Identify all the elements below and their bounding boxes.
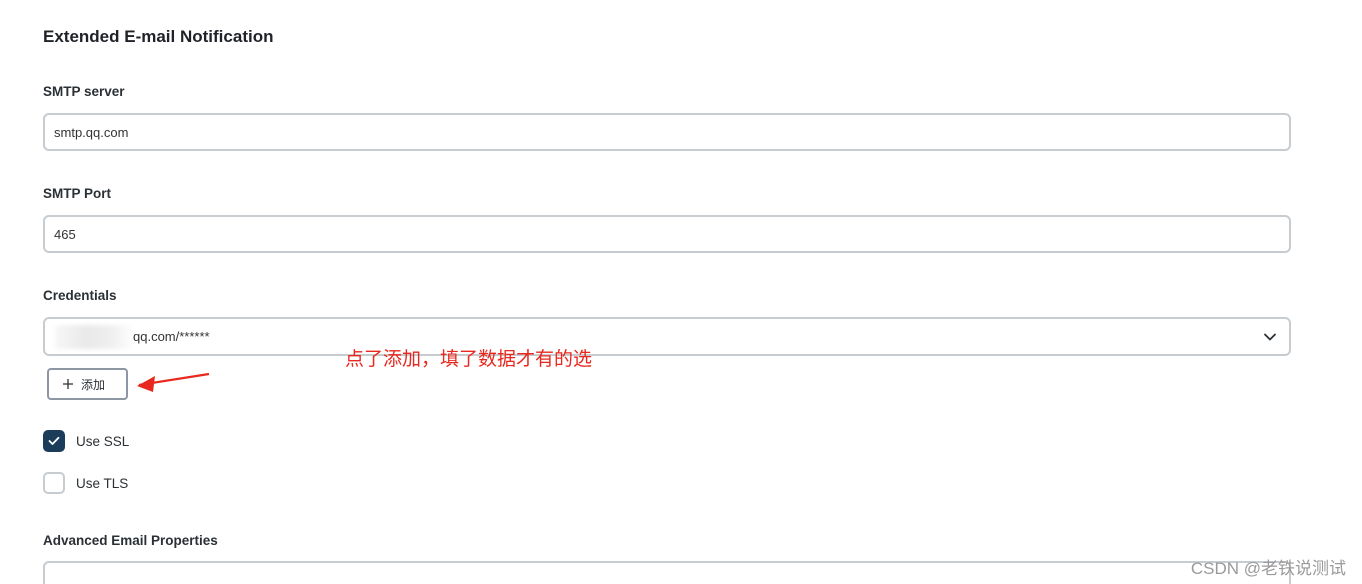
use-ssl-row[interactable]: Use SSL	[43, 429, 129, 453]
add-credentials-button[interactable]: 添加	[47, 368, 128, 400]
use-ssl-checkbox[interactable]	[43, 430, 65, 452]
chevron-down-icon	[1264, 333, 1276, 341]
smtp-port-input[interactable]	[43, 215, 1291, 253]
check-icon	[48, 436, 60, 445]
advanced-email-properties-input[interactable]	[43, 561, 1291, 584]
annotation-text: 点了添加，填了数据才有的选	[345, 349, 593, 370]
credentials-select[interactable]: qq.com/******	[43, 317, 1291, 356]
redacted-blur	[55, 325, 135, 349]
use-tls-checkbox[interactable]	[43, 472, 65, 494]
smtp-port-label: SMTP Port	[43, 186, 112, 201]
credentials-label: Credentials	[43, 288, 117, 303]
use-tls-label: Use TLS	[76, 475, 129, 491]
smtp-server-label: SMTP server	[43, 84, 125, 99]
use-ssl-label: Use SSL	[76, 433, 130, 449]
watermark: CSDN @老铁说测试	[1190, 559, 1346, 578]
smtp-server-input[interactable]	[43, 113, 1291, 151]
section-title: Extended E-mail Notification	[43, 27, 274, 46]
plus-icon	[63, 379, 73, 389]
use-tls-row[interactable]: Use TLS	[43, 471, 128, 495]
add-button-label: 添加	[81, 377, 106, 392]
advanced-email-properties-label: Advanced Email Properties	[43, 533, 218, 548]
page: Extended E-mail Notification SMTP server…	[0, 0, 1362, 584]
credentials-selected-value: qq.com/******	[133, 329, 210, 344]
arrow-left-icon	[137, 372, 210, 392]
